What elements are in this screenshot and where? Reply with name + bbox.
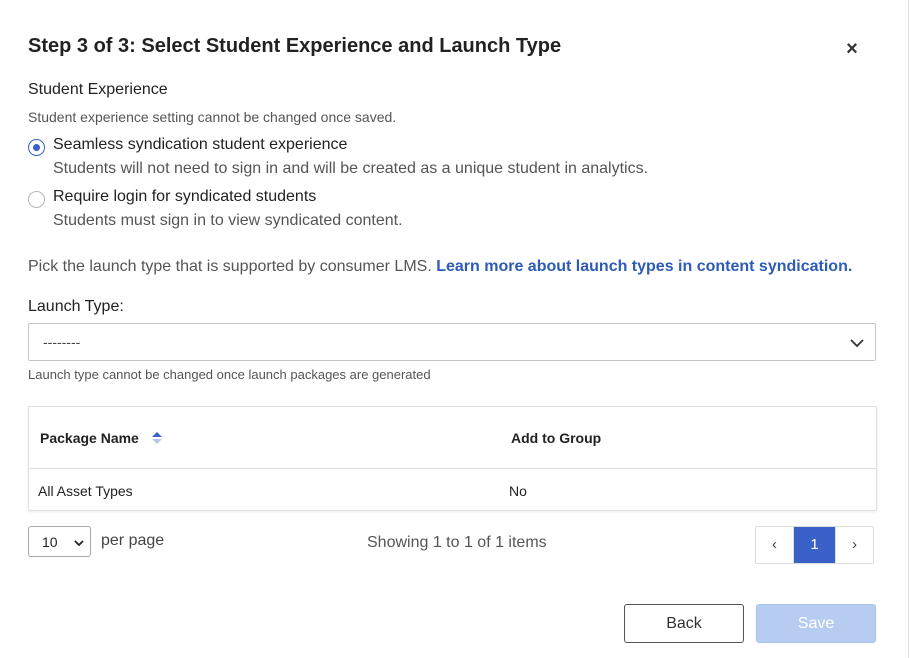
student-experience-heading: Student Experience xyxy=(28,81,168,98)
launch-intro-text: Pick the launch type that is supported b… xyxy=(28,258,432,275)
close-icon[interactable]: × xyxy=(843,39,861,59)
student-experience-note: Student experience setting cannot be cha… xyxy=(28,109,397,125)
table-header: Package Name Add to Group xyxy=(29,407,876,469)
radio-button-seamless[interactable] xyxy=(28,139,45,156)
chevron-down-icon xyxy=(74,540,84,547)
per-page-select[interactable]: 10 xyxy=(28,526,91,557)
radio-description-require-login: Students must sign in to view syndicated… xyxy=(53,212,403,229)
launch-type-label: Launch Type: xyxy=(28,298,124,315)
radio-label-require-login[interactable]: Require login for syndicated students xyxy=(53,188,316,206)
launch-intro: Pick the launch type that is supported b… xyxy=(28,258,852,276)
packages-table: Package Name Add to Group All Asset Type… xyxy=(28,406,877,511)
save-button[interactable]: Save xyxy=(756,604,876,643)
next-page-button[interactable]: › xyxy=(835,527,873,563)
column-header-package-name[interactable]: Package Name xyxy=(40,430,139,446)
launch-type-help: Launch type cannot be changed once launc… xyxy=(28,367,431,382)
launch-type-value: -------- xyxy=(43,334,81,350)
radio-button-require-login[interactable] xyxy=(28,191,45,208)
page-button-current[interactable]: 1 xyxy=(794,527,835,563)
launch-type-select[interactable]: -------- xyxy=(28,323,876,361)
sort-icon[interactable] xyxy=(151,431,163,445)
cell-add-to-group: No xyxy=(509,483,527,499)
back-button[interactable]: Back xyxy=(624,604,744,643)
dialog: Step 3 of 3: Select Student Experience a… xyxy=(0,0,909,658)
radio-label-seamless[interactable]: Seamless syndication student experience xyxy=(53,136,347,154)
per-page-label: per page xyxy=(101,532,165,549)
pagination: ‹ 1 › xyxy=(755,526,874,564)
learn-more-link[interactable]: Learn more about launch types in content… xyxy=(436,258,852,275)
per-page-value: 10 xyxy=(42,534,58,550)
table-row: All Asset Types No xyxy=(29,469,876,511)
radio-description-seamless: Students will not need to sign in and wi… xyxy=(53,160,649,177)
cell-package-name: All Asset Types xyxy=(38,483,133,499)
column-header-add-to-group: Add to Group xyxy=(511,430,602,446)
prev-page-button[interactable]: ‹ xyxy=(756,527,794,563)
chevron-down-icon xyxy=(850,339,864,348)
showing-items-text: Showing 1 to 1 of 1 items xyxy=(367,534,547,551)
dialog-title: Step 3 of 3: Select Student Experience a… xyxy=(28,35,562,57)
